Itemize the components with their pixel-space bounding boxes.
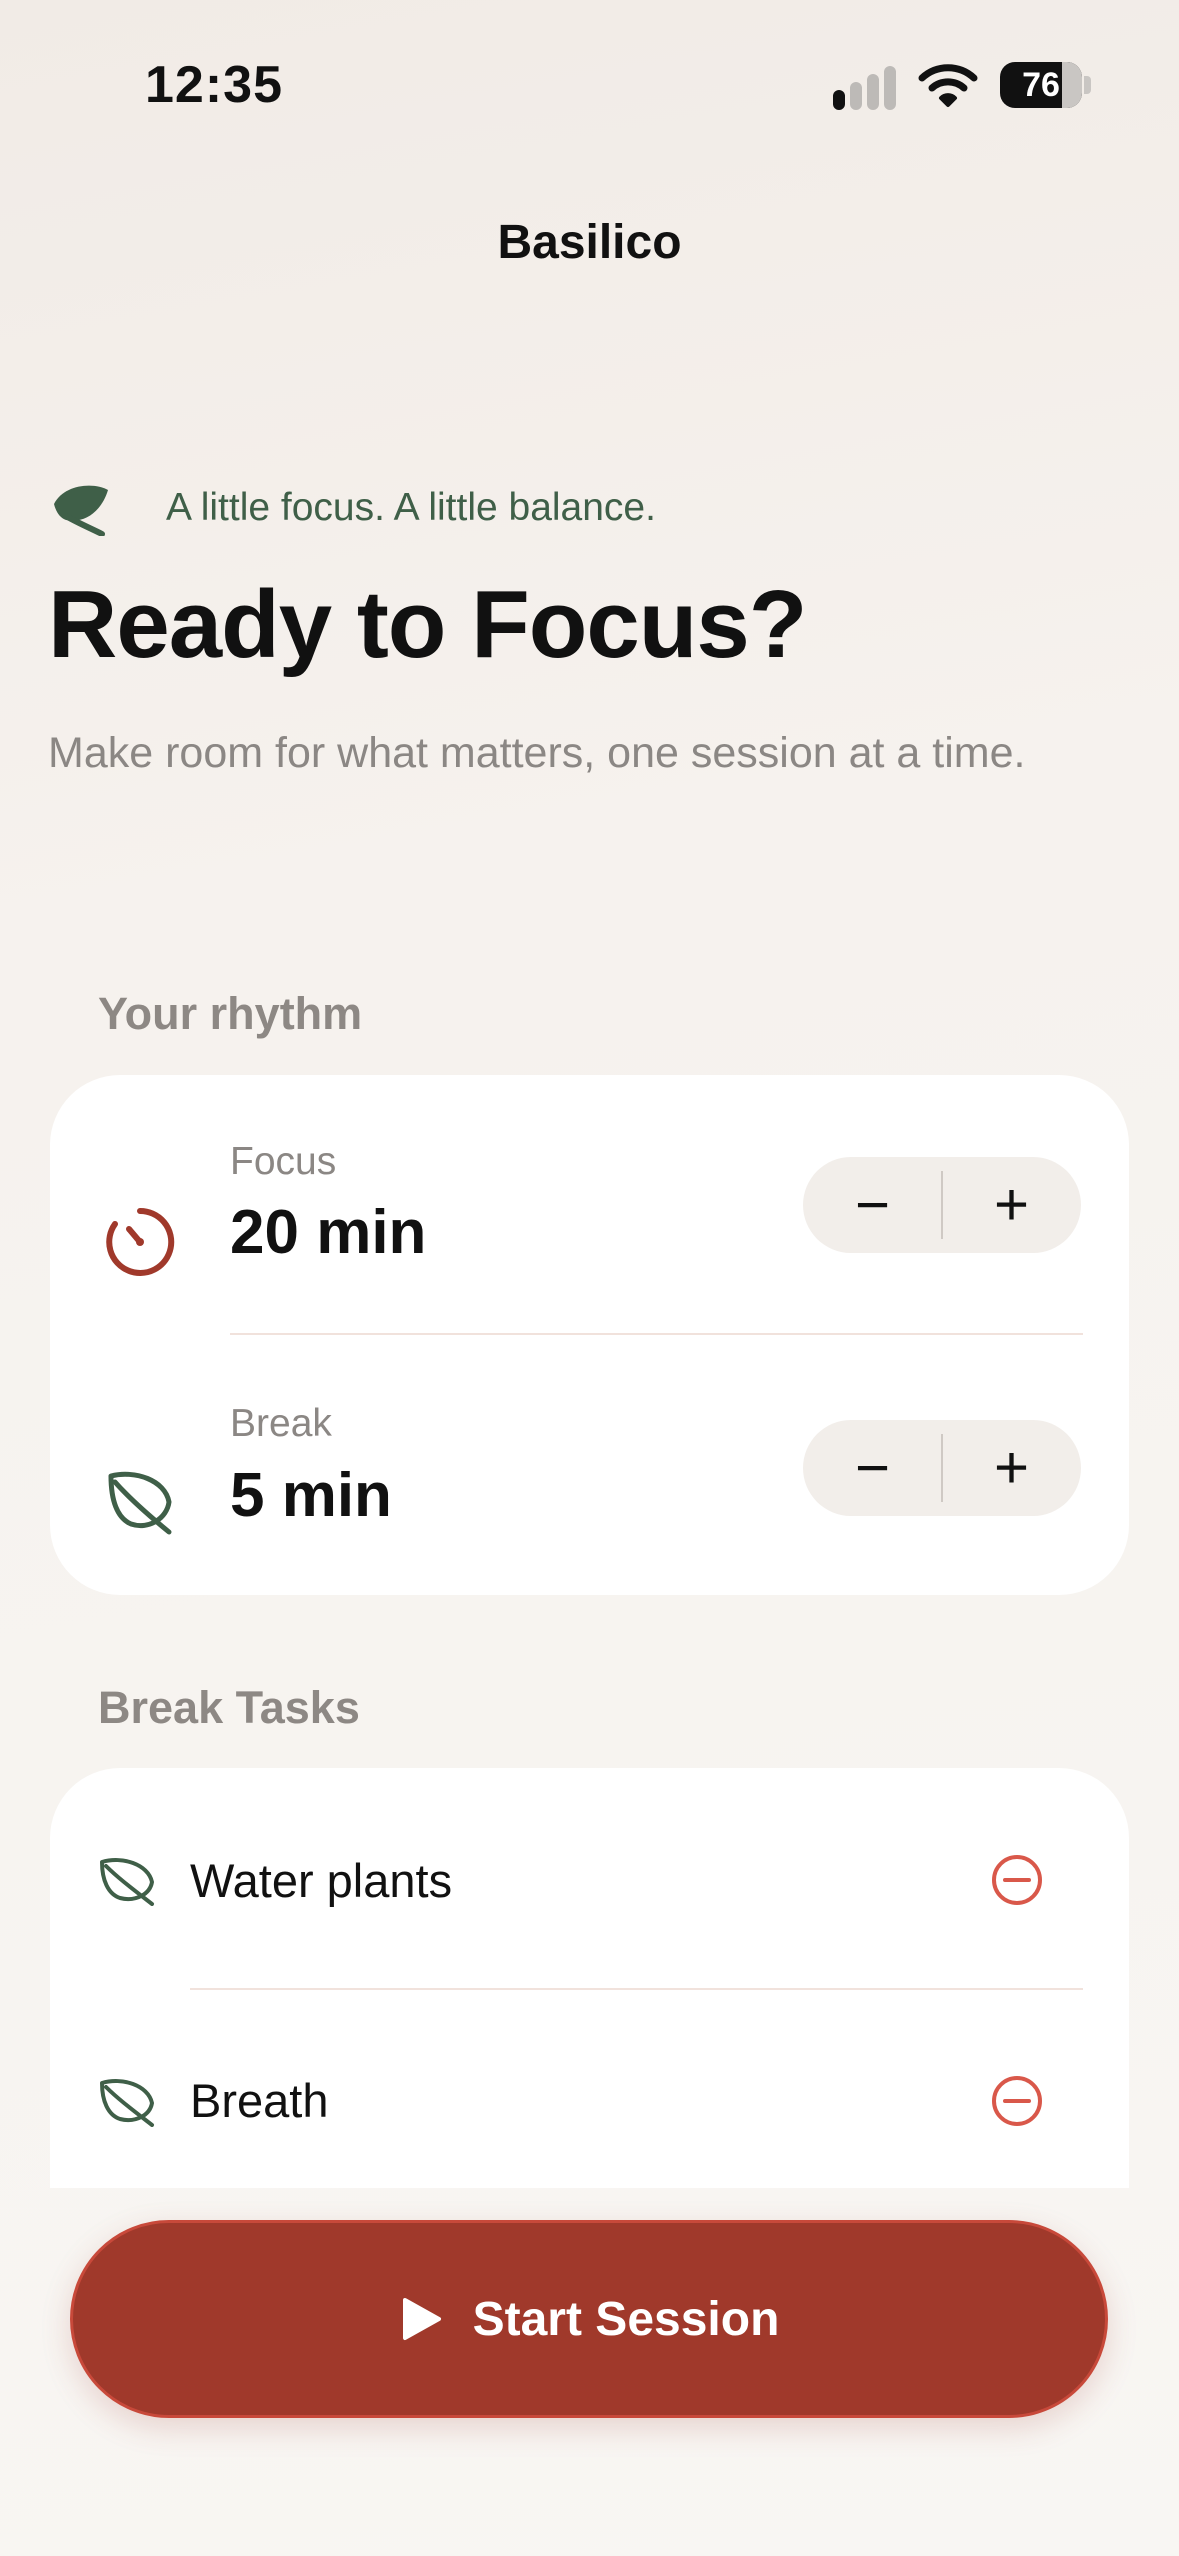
status-bar: 12:35 76 xyxy=(0,0,1179,170)
task-label: Breath xyxy=(190,2074,329,2127)
tagline-row: A little focus. A little balance. xyxy=(50,478,656,538)
break-stepper[interactable]: − + xyxy=(803,1420,1081,1516)
focus-increase-button[interactable]: + xyxy=(942,1157,1081,1253)
rhythm-card: Focus 20 min − + Break 5 min − + xyxy=(50,1075,1129,1595)
break-value: 5 min xyxy=(230,1461,392,1530)
task-label: Water plants xyxy=(190,1854,453,1907)
row-divider xyxy=(190,1988,1083,1990)
play-icon xyxy=(402,2298,441,2340)
section-label-break-tasks: Break Tasks xyxy=(98,1682,360,1733)
remove-icon[interactable] xyxy=(990,1853,1044,1907)
page-subtitle: Make room for what matters, one session … xyxy=(48,729,1026,777)
leaf-icon xyxy=(108,1471,172,1535)
break-increase-button[interactable]: + xyxy=(942,1420,1081,1516)
start-session-label: Start Session xyxy=(472,2292,780,2346)
leaf-icon xyxy=(54,485,108,536)
leaf-icon xyxy=(100,2079,154,2127)
break-decrease-button[interactable]: − xyxy=(803,1420,942,1516)
break-tasks-card: Water plants Breath xyxy=(50,1768,1129,2188)
wifi-icon xyxy=(918,64,978,107)
tagline: A little focus. A little balance. xyxy=(166,486,656,529)
focus-value: 20 min xyxy=(230,1198,427,1267)
page-title: Ready to Focus? xyxy=(48,571,807,678)
break-label: Break xyxy=(230,1402,332,1445)
remove-icon[interactable] xyxy=(990,2074,1044,2128)
row-divider xyxy=(230,1333,1083,1335)
battery-percentage: 76 xyxy=(1022,66,1060,104)
start-session-button[interactable]: Start Session xyxy=(70,2220,1108,2418)
app-title: Basilico xyxy=(497,216,682,269)
focus-stepper[interactable]: − + xyxy=(803,1157,1081,1253)
leaf-icon xyxy=(100,1858,154,1906)
status-time: 12:35 xyxy=(145,56,283,114)
timer-icon xyxy=(106,1207,175,1276)
focus-decrease-button[interactable]: − xyxy=(803,1157,942,1253)
focus-label: Focus xyxy=(230,1140,337,1183)
cellular-signal-icon xyxy=(833,66,897,110)
battery-icon: 76 xyxy=(1000,62,1092,108)
section-label-rhythm: Your rhythm xyxy=(98,988,363,1039)
